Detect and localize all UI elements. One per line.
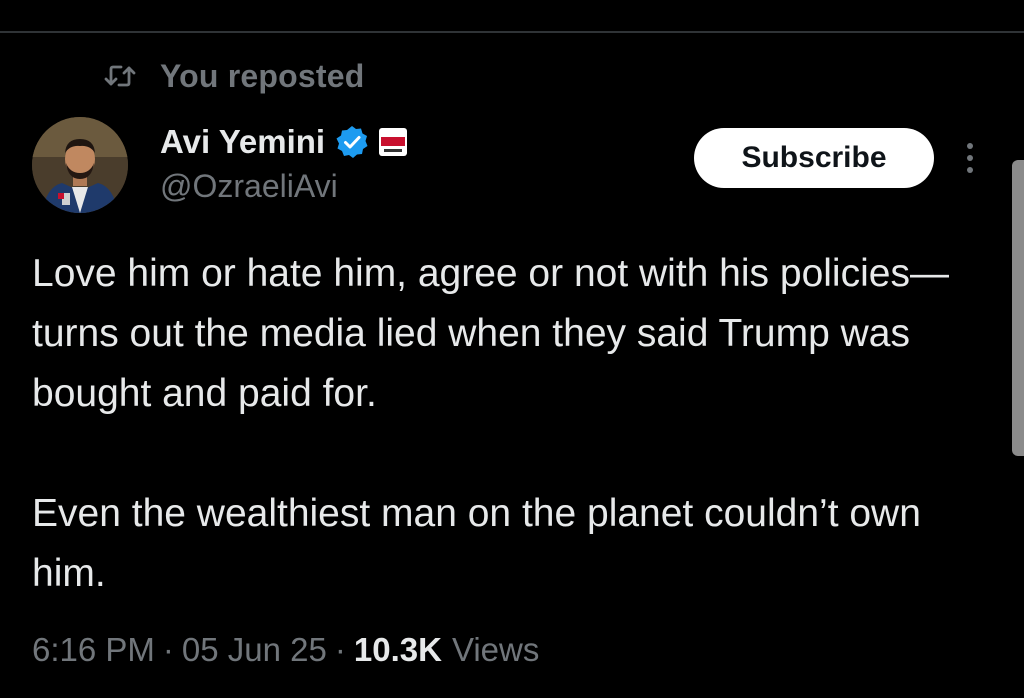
badge-bar-secondary [384,148,403,152]
author-name[interactable]: Avi Yemini [160,123,325,161]
badge-bar [381,136,406,146]
tweet-paragraph: Love him or hate him, agree or not with … [32,252,949,415]
scrollbar-thumb[interactable] [1012,160,1024,456]
tweet-date[interactable]: 05 Jun 25 [182,631,327,669]
meta-separator: · [162,631,174,668]
repost-label: You reposted [160,57,365,94]
author-avatar[interactable] [32,117,128,213]
views-count[interactable]: 10.3K [354,631,442,669]
tweet-text: Love him or hate him, agree or not with … [32,244,972,604]
repost-indicator[interactable]: You reposted [104,56,365,96]
top-divider [0,31,1024,33]
tweet-meta: 6:16 PM · 05 Jun 25 · 10.3K Views [32,626,539,674]
tweet-paragraph: Even the wealthiest man on the planet co… [32,492,921,595]
tweet-time[interactable]: 6:16 PM [32,631,155,669]
repost-icon [104,63,136,89]
views-label[interactable]: Views [452,631,539,669]
author-handle[interactable]: @OzraeliAvi [160,168,338,205]
rebel-news-badge[interactable] [379,128,408,156]
subscribe-button[interactable]: Subscribe [694,128,934,188]
author-name-row[interactable]: Avi Yemini [160,120,408,164]
verified-badge-icon[interactable] [335,125,369,159]
meta-separator: · [334,631,346,668]
more-vertical-icon[interactable] [958,140,982,176]
tweet-detail-screen: You reposted Avi Yemini @OzraeliAvi Subs… [0,0,1024,698]
